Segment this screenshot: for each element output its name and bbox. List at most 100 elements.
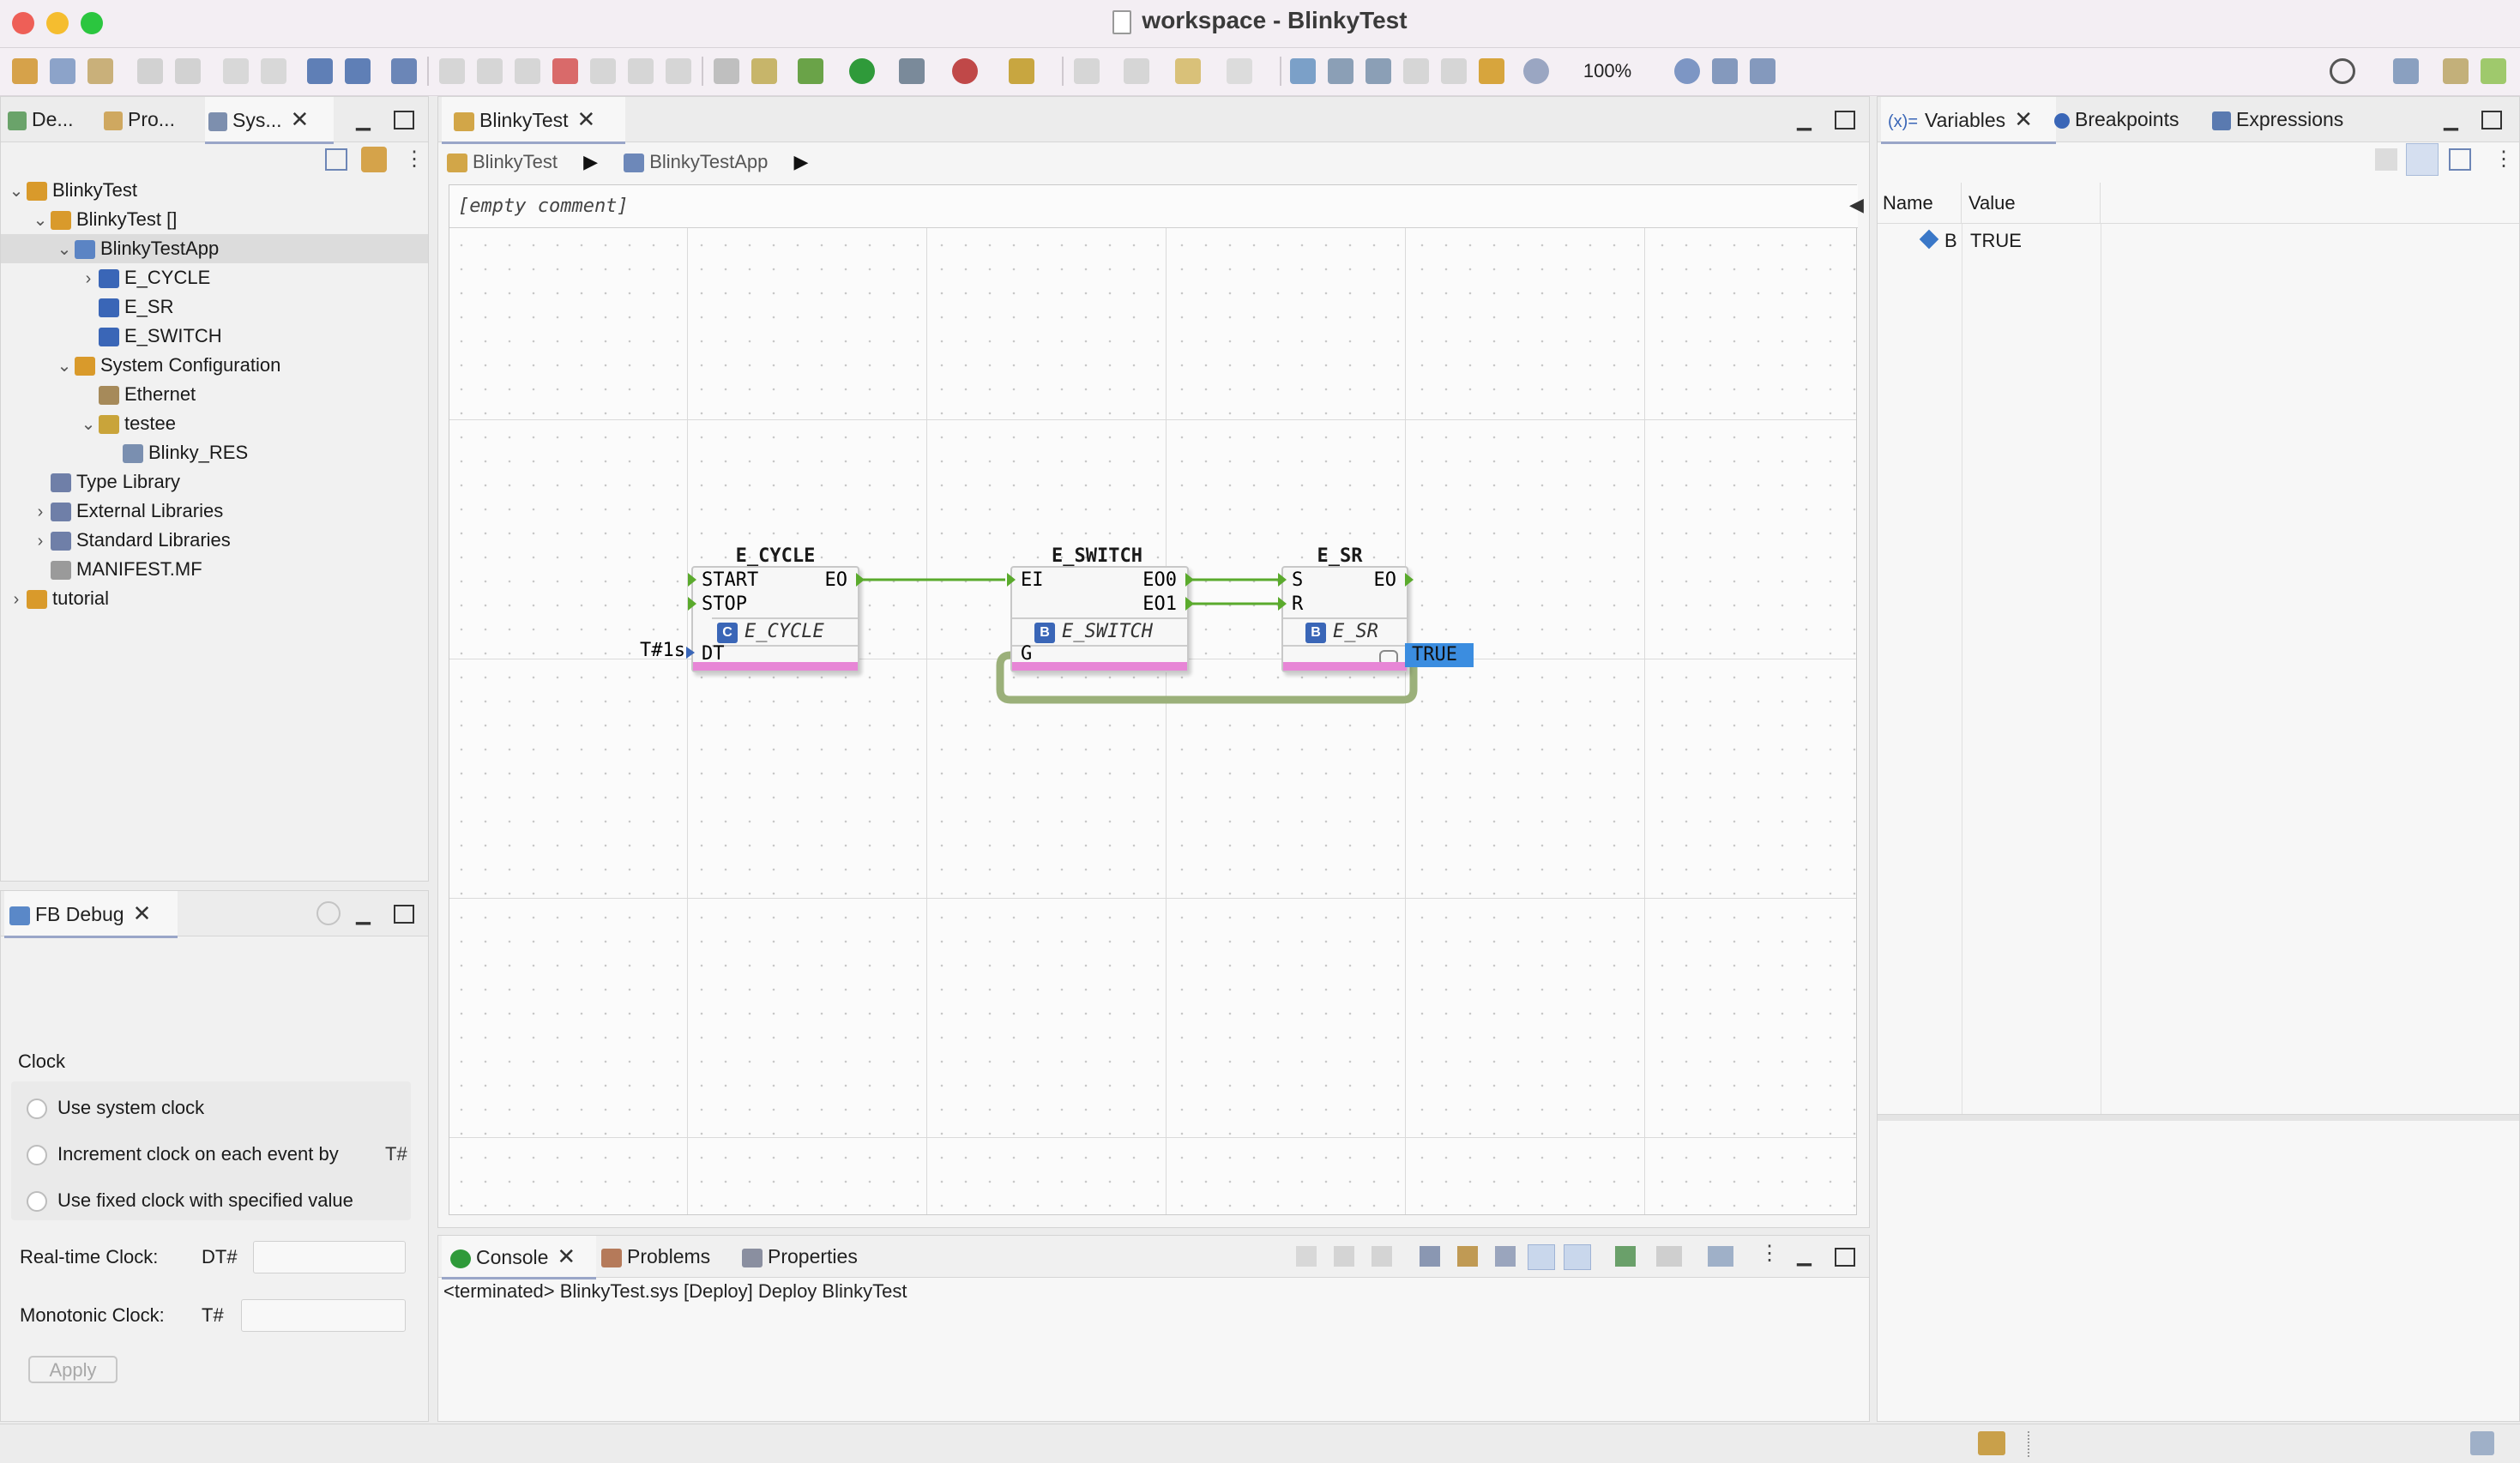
show-type-names-icon[interactable] bbox=[2375, 148, 2397, 171]
fit-icon[interactable] bbox=[1712, 58, 1738, 84]
status-error-log-icon[interactable] bbox=[2470, 1431, 2494, 1455]
search-type-icon[interactable] bbox=[391, 58, 417, 84]
open-perspective-icon[interactable] bbox=[2393, 58, 2419, 84]
forward-icon[interactable] bbox=[1227, 58, 1252, 84]
tree-item[interactable]: ⌄ BlinkyTestApp bbox=[1, 234, 428, 263]
monotonic-clock-input[interactable] bbox=[241, 1299, 406, 1332]
tab-expressions[interactable]: Expressions bbox=[2212, 97, 2343, 141]
close-icon[interactable]: ✕ bbox=[133, 900, 152, 926]
view-menu-icon[interactable]: ⋮ bbox=[2493, 147, 2514, 172]
undo-icon[interactable] bbox=[223, 58, 249, 84]
collapse-all-icon[interactable] bbox=[325, 148, 347, 171]
minimize-icon[interactable]: ▁ bbox=[2444, 109, 2458, 131]
tree-item[interactable]: › E_CYCLE bbox=[1, 263, 428, 292]
chevron-right-icon[interactable]: › bbox=[30, 527, 51, 556]
column-name[interactable]: Name bbox=[1883, 183, 1962, 224]
new-file-icon[interactable] bbox=[87, 58, 113, 84]
clear-console-icon[interactable] bbox=[1420, 1246, 1440, 1267]
fb-e-sr[interactable]: S R EO B E_SR bbox=[1278, 566, 1414, 672]
zoom-out-icon[interactable] bbox=[1523, 58, 1549, 84]
import-icon[interactable] bbox=[345, 58, 371, 84]
port-eo[interactable]: EO bbox=[1374, 569, 1397, 591]
pin-console-icon[interactable] bbox=[1615, 1246, 1636, 1267]
run-icon[interactable] bbox=[849, 58, 875, 84]
tree-item[interactable]: MANIFEST.MF bbox=[1, 555, 428, 584]
detail-pane-sash[interactable] bbox=[1878, 1114, 2519, 1121]
zoom-level[interactable]: 100% bbox=[1564, 57, 1650, 86]
port-eo[interactable]: EO bbox=[825, 569, 848, 591]
move-up-icon[interactable] bbox=[1403, 58, 1429, 84]
show-on-stderr-icon[interactable] bbox=[1564, 1244, 1591, 1270]
fb-e-switch[interactable]: EI EO0 EO1 B E_SWITCH G bbox=[1007, 566, 1194, 672]
layout-icon-1[interactable] bbox=[1290, 58, 1316, 84]
suspend-icon[interactable] bbox=[477, 58, 503, 84]
chevron-down-icon[interactable]: ⌄ bbox=[6, 177, 27, 206]
breadcrumb-item-system[interactable]: BlinkyTest bbox=[473, 151, 558, 172]
wand-icon[interactable] bbox=[1009, 58, 1034, 84]
perspective-debug-icon[interactable] bbox=[2481, 58, 2506, 84]
close-icon[interactable]: ✕ bbox=[2014, 106, 2033, 132]
port-stop[interactable]: STOP bbox=[702, 593, 747, 615]
minimize-icon[interactable]: ▁ bbox=[356, 109, 371, 131]
layout-icon-3[interactable] bbox=[1366, 58, 1391, 84]
radio-icon[interactable] bbox=[27, 1191, 47, 1213]
view-menu-icon[interactable]: ⋮ bbox=[1759, 1241, 1780, 1266]
tab-blinkytest[interactable]: BlinkyTest ✕ bbox=[442, 97, 625, 144]
table-row[interactable]: B TRUE bbox=[1878, 224, 2519, 258]
fb-e-cycle[interactable]: START STOP EO C E_CYCLE DT bbox=[686, 566, 865, 672]
minimize-icon[interactable]: ▁ bbox=[1797, 1244, 1812, 1267]
option-system-clock[interactable]: Use system clock bbox=[27, 1097, 204, 1120]
tab-breakpoints[interactable]: Breakpoints bbox=[2054, 97, 2179, 141]
new-system-icon[interactable] bbox=[50, 58, 75, 84]
chevron-right-icon[interactable]: › bbox=[78, 264, 99, 293]
disconnect-icon[interactable] bbox=[552, 58, 578, 84]
chevron-right-icon[interactable]: › bbox=[6, 585, 27, 614]
collapse-all-icon[interactable] bbox=[2449, 148, 2471, 171]
tree-item[interactable]: ⌄ BlinkyTest [] bbox=[1, 205, 428, 234]
move-down-icon[interactable] bbox=[1441, 58, 1467, 84]
chevron-down-icon[interactable]: ⌄ bbox=[54, 352, 75, 381]
minimize-icon[interactable]: ▁ bbox=[1797, 109, 1812, 131]
port-ei[interactable]: EI bbox=[1021, 569, 1044, 591]
tree-item[interactable]: ⌄ BlinkyTest bbox=[1, 176, 428, 205]
watch-value-q[interactable]: TRUE bbox=[1405, 643, 1474, 667]
word-wrap-icon[interactable] bbox=[1495, 1246, 1516, 1267]
tree-item[interactable]: › External Libraries bbox=[1, 497, 428, 526]
port-r[interactable]: R bbox=[1292, 593, 1303, 615]
display-console-icon[interactable] bbox=[1656, 1246, 1682, 1267]
monitor-icon[interactable] bbox=[714, 58, 739, 84]
tree-item[interactable]: › Standard Libraries bbox=[1, 526, 428, 555]
link-with-editor-icon[interactable] bbox=[361, 147, 387, 172]
close-icon[interactable]: ✕ bbox=[291, 106, 310, 132]
option-increment-clock[interactable]: Increment clock on each event by bbox=[27, 1143, 339, 1166]
zoom-in-icon[interactable] bbox=[1674, 58, 1700, 84]
terminate-console-icon[interactable] bbox=[1296, 1246, 1317, 1267]
remove-launch-icon[interactable] bbox=[1334, 1246, 1354, 1267]
step-over-icon[interactable] bbox=[628, 58, 654, 84]
apply-button[interactable]: Apply bbox=[28, 1356, 118, 1383]
port-s[interactable]: S bbox=[1292, 569, 1303, 591]
debug-icon[interactable] bbox=[798, 58, 823, 84]
fb-name-cycle[interactable]: E_CYCLE bbox=[690, 545, 861, 567]
tab-variables[interactable]: (x)= Variables ✕ bbox=[1881, 97, 2056, 144]
stop-deploy-icon[interactable] bbox=[952, 58, 978, 84]
breadcrumb-item-app[interactable]: BlinkyTestApp bbox=[649, 151, 768, 172]
chevron-right-icon[interactable]: › bbox=[30, 497, 51, 527]
redo-icon[interactable] bbox=[261, 58, 286, 84]
tree-item[interactable]: ⌄ System Configuration bbox=[1, 351, 428, 380]
search-icon[interactable] bbox=[2330, 58, 2355, 84]
layout-icon-2[interactable] bbox=[1328, 58, 1353, 84]
tab-fb-debug[interactable]: FB Debug ✕ bbox=[4, 891, 178, 938]
save-all-icon[interactable] bbox=[175, 58, 201, 84]
port-start[interactable]: START bbox=[702, 569, 758, 591]
param-dt-value[interactable]: T#1s bbox=[640, 640, 685, 661]
realtime-clock-input[interactable] bbox=[253, 1241, 406, 1273]
back-icon[interactable] bbox=[1175, 58, 1201, 84]
show-logical-structure-icon[interactable] bbox=[2406, 143, 2439, 176]
step-return-icon[interactable] bbox=[666, 58, 691, 84]
radio-icon[interactable] bbox=[27, 1145, 47, 1166]
perspective-4diac-icon[interactable] bbox=[2443, 58, 2469, 84]
fullscreen-icon[interactable] bbox=[1750, 58, 1775, 84]
resume-icon[interactable] bbox=[439, 58, 465, 84]
diagram-canvas[interactable]: [empty comment] ◀ E_CYCLE START STOP EO … bbox=[449, 184, 1864, 1215]
